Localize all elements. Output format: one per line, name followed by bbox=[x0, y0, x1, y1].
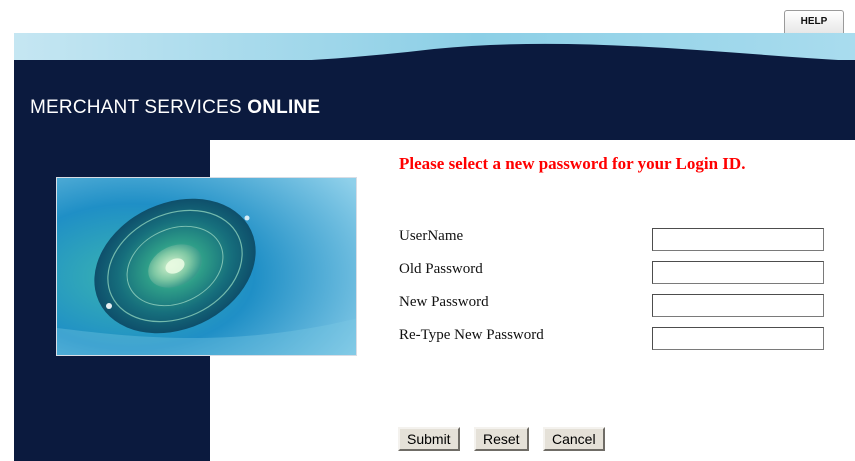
retype-password-input[interactable] bbox=[652, 327, 824, 350]
submit-button[interactable]: Submit bbox=[398, 427, 460, 451]
old-password-input[interactable] bbox=[652, 261, 824, 284]
cancel-button[interactable]: Cancel bbox=[543, 427, 605, 451]
help-tab[interactable]: HELP bbox=[784, 10, 844, 34]
cd-photo bbox=[56, 177, 357, 356]
new-password-label: New Password bbox=[399, 294, 489, 310]
new-password-input[interactable] bbox=[652, 294, 824, 317]
retype-password-label: Re-Type New Password bbox=[399, 327, 544, 343]
brand-logo: MERCHANT SERVICES ONLINE bbox=[30, 97, 320, 119]
brand-bold: ONLINE bbox=[247, 97, 321, 118]
username-input[interactable] bbox=[652, 228, 824, 251]
reset-button[interactable]: Reset bbox=[474, 427, 529, 451]
page-title: Please select a new password for your Lo… bbox=[399, 154, 746, 173]
brand-prefix: MERCHANT SERVICES bbox=[30, 97, 248, 118]
old-password-label: Old Password bbox=[399, 261, 483, 277]
username-label: UserName bbox=[399, 228, 464, 244]
